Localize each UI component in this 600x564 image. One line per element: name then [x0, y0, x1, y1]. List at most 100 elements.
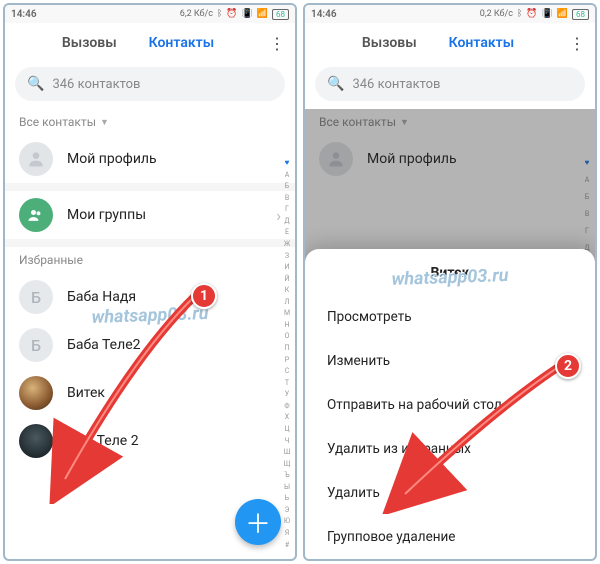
alpha-index-letter[interactable]: Э — [281, 507, 293, 514]
alpha-index-letter[interactable]: Ж — [281, 241, 293, 248]
alpha-index-letter[interactable]: Ч — [281, 438, 293, 445]
search-placeholder: 346 контактов — [352, 77, 440, 92]
alpha-index-letter[interactable]: М — [281, 310, 293, 317]
content: Все контакты ▼ Мой профиль Мои группы › … — [5, 109, 295, 559]
annotation-marker-1: 1 — [191, 283, 217, 309]
avatar: Б — [19, 328, 53, 362]
avatar: Б — [19, 280, 53, 314]
sheet-title: Витек — [305, 255, 595, 295]
bluetooth-icon: ᛒ — [517, 9, 522, 19]
section-favorites: Избранные — [5, 247, 295, 273]
fab-add-button[interactable]: ＋ — [235, 499, 281, 545]
header: Вызовы Контакты ⋮ — [305, 23, 595, 63]
alpha-index-letter[interactable]: Ь — [281, 495, 293, 502]
content: Все контакты ▼ Мой профиль ♥АБВГДЕ Витек… — [305, 109, 595, 559]
alpha-index-letter[interactable]: З — [281, 253, 293, 260]
alpha-index-letter[interactable]: Я — [281, 530, 293, 537]
avatar — [19, 376, 53, 410]
battery-icon: 68 — [272, 9, 289, 20]
avatar — [19, 424, 53, 458]
context-menu-sheet: Витек Просмотреть Изменить Отправить на … — [305, 249, 595, 559]
section-all-contacts[interactable]: Все контакты ▼ — [5, 109, 295, 135]
search-input[interactable]: 🔍 346 контактов — [315, 67, 585, 101]
group-icon — [19, 198, 53, 232]
alpha-index-letter[interactable]: О — [281, 333, 293, 340]
search-placeholder: 346 контактов — [52, 77, 140, 92]
sheet-item-delete[interactable]: Удалить — [305, 471, 595, 515]
alpha-index-letter[interactable]: У — [281, 391, 293, 398]
tab-contacts[interactable]: Контакты — [445, 27, 518, 59]
alpha-index-letter[interactable]: Ю — [281, 518, 293, 525]
sheet-item-edit[interactable]: Изменить — [305, 339, 595, 383]
alpha-index-letter[interactable]: Г — [281, 206, 293, 213]
wifi-icon: 📶 — [257, 9, 268, 19]
tab-contacts[interactable]: Контакты — [145, 27, 218, 59]
annotation-marker-2: 2 — [555, 353, 581, 379]
sheet-item-remove-favorite[interactable]: Удалить из избранных — [305, 427, 595, 471]
status-net: 6,2 Кб/с — [180, 9, 213, 19]
row-my-groups[interactable]: Мои группы › — [5, 191, 295, 239]
alpha-index-letter[interactable]: Ы — [281, 484, 293, 491]
battery-icon: 68 — [572, 9, 589, 20]
alpha-index-letter[interactable]: Ц — [281, 426, 293, 433]
row-my-profile[interactable]: Мой профиль — [5, 135, 295, 183]
tab-calls[interactable]: Вызовы — [358, 27, 421, 59]
alpha-index-letter[interactable]: И — [281, 264, 293, 271]
statusbar: 14:46 0,2 Кб/с ᛒ ⏰ 📳 📶 68 — [305, 5, 595, 23]
wifi-icon: 📶 — [557, 9, 568, 19]
bluetooth-icon: ᛒ — [217, 9, 222, 19]
phone-right: 14:46 0,2 Кб/с ᛒ ⏰ 📳 📶 68 Вызовы Контакт… — [303, 3, 597, 561]
status-icons: 6,2 Кб/с ᛒ ⏰ 📳 📶 68 — [180, 9, 289, 20]
alpha-index-letter[interactable]: В — [281, 195, 293, 202]
alpha-index-letter[interactable]: Й — [281, 276, 293, 283]
vibrate-icon: 📳 — [542, 9, 553, 19]
alpha-index-letter[interactable]: Е — [281, 229, 293, 236]
divider — [5, 239, 295, 247]
list-item[interactable]: Дед Теле 2 — [5, 417, 295, 465]
list-item[interactable]: Витек — [5, 369, 295, 417]
tabs: Вызовы Контакты — [11, 27, 265, 59]
list-item[interactable]: Б Баба Теле2 — [5, 321, 295, 369]
chevron-down-icon: ▼ — [100, 117, 109, 128]
search-input[interactable]: 🔍 346 контактов — [15, 67, 285, 101]
alarm-icon: ⏰ — [226, 9, 237, 19]
alpha-index-letter[interactable]: Щ — [281, 461, 293, 468]
tab-calls[interactable]: Вызовы — [58, 27, 121, 59]
alpha-index-letter[interactable]: Т — [281, 380, 293, 387]
alpha-index-letter[interactable]: А — [281, 172, 293, 179]
alpha-index-letter[interactable]: Ф — [281, 403, 293, 410]
alpha-index-letter[interactable]: Ш — [281, 449, 293, 456]
alpha-index-letter[interactable]: # — [281, 542, 293, 549]
list-item[interactable]: Б Баба Надя — [5, 273, 295, 321]
divider — [5, 183, 295, 191]
phone-left: 14:46 6,2 Кб/с ᛒ ⏰ 📳 📶 68 Вызовы Контакт… — [3, 3, 297, 561]
vibrate-icon: 📳 — [242, 9, 253, 19]
alpha-index-letter[interactable]: ♥ — [281, 159, 293, 167]
alpha-index-letter[interactable]: Н — [281, 322, 293, 329]
alpha-index[interactable]: ♥ АБВГДЕЖЗИЙКЛМНОПРСТУФХЦЧШЩЪЫЬЭЮЯ # — [281, 159, 293, 549]
tabs: Вызовы Контакты — [311, 27, 565, 59]
alpha-index-letter[interactable]: Л — [281, 299, 293, 306]
search-icon: 🔍 — [27, 76, 44, 92]
alpha-index-letter[interactable]: Б — [281, 183, 293, 190]
sheet-item-group-delete[interactable]: Групповое удаление — [305, 515, 595, 559]
alpha-index-letter[interactable]: Р — [281, 357, 293, 364]
alpha-index-letter[interactable]: С — [281, 368, 293, 375]
status-time: 14:46 — [11, 9, 37, 20]
alpha-index-letter[interactable]: Х — [281, 414, 293, 421]
sheet-item-view[interactable]: Просмотреть — [305, 295, 595, 339]
menu-icon[interactable]: ⋮ — [565, 34, 589, 53]
alpha-index-letter[interactable]: К — [281, 287, 293, 294]
alarm-icon: ⏰ — [526, 9, 537, 19]
header: Вызовы Контакты ⋮ — [5, 23, 295, 63]
person-icon — [19, 142, 53, 176]
menu-icon[interactable]: ⋮ — [265, 34, 289, 53]
statusbar: 14:46 6,2 Кб/с ᛒ ⏰ 📳 📶 68 — [5, 5, 295, 23]
status-time: 14:46 — [311, 9, 337, 20]
alpha-index-letter[interactable]: Ъ — [281, 472, 293, 479]
alpha-index-letter[interactable]: Д — [281, 218, 293, 225]
status-net: 0,2 Кб/с — [480, 9, 513, 19]
alpha-index-letter[interactable]: П — [281, 345, 293, 352]
sheet-item-send-to-desktop[interactable]: Отправить на рабочий стол — [305, 383, 595, 427]
search-icon: 🔍 — [327, 76, 344, 92]
